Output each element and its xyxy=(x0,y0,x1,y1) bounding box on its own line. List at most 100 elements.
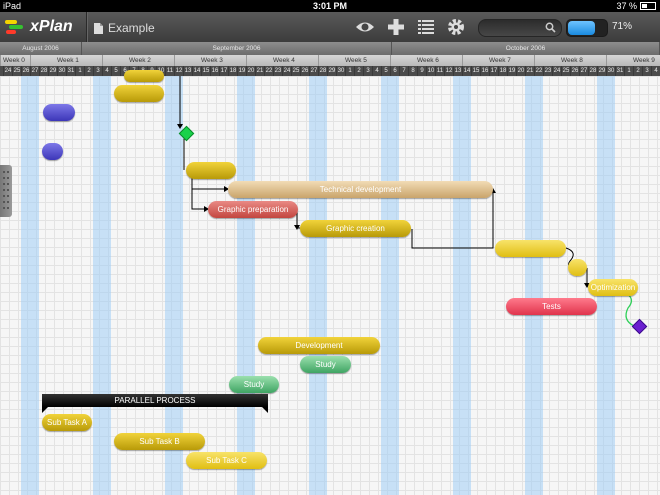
task-tests[interactable]: Tests xyxy=(506,298,597,315)
day-label: 4 xyxy=(102,66,111,76)
app-name: xPlan xyxy=(30,18,73,35)
day-label: 3 xyxy=(642,66,651,76)
day-label: 25 xyxy=(291,66,300,76)
day-label: 24 xyxy=(552,66,561,76)
day-label: 2 xyxy=(84,66,93,76)
plus-icon[interactable] xyxy=(386,17,406,37)
day-label: 19 xyxy=(237,66,246,76)
day-label: 24 xyxy=(282,66,291,76)
day-label: 20 xyxy=(246,66,255,76)
task-development[interactable]: Development xyxy=(258,337,380,354)
side-drag-handle[interactable] xyxy=(0,165,12,217)
day-label: 25 xyxy=(561,66,570,76)
day-label: 25 xyxy=(12,66,21,76)
day-label: 30 xyxy=(606,66,615,76)
status-bar: iPad 3:01 PM 37 % xyxy=(0,0,660,12)
day-label: 15 xyxy=(201,66,210,76)
task-sub-task-c[interactable]: Sub Task C xyxy=(186,452,267,469)
task-bar[interactable] xyxy=(42,143,63,160)
day-label: 4 xyxy=(372,66,381,76)
document-title[interactable]: Example xyxy=(94,20,155,36)
day-label: 3 xyxy=(363,66,372,76)
search-icon xyxy=(545,22,556,33)
week-label: Week 4 xyxy=(246,55,318,66)
week-label: Week 1 xyxy=(30,55,102,66)
task-optimization[interactable]: Optimization xyxy=(588,279,638,296)
gear-icon[interactable] xyxy=(446,17,466,37)
day-label: 17 xyxy=(219,66,228,76)
task-sub-task-b[interactable]: Sub Task B xyxy=(114,433,205,450)
day-label: 29 xyxy=(597,66,606,76)
day-label: 12 xyxy=(444,66,453,76)
day-label: 28 xyxy=(318,66,327,76)
gantt-chart[interactable]: Technical development Graphic preparatio… xyxy=(0,70,660,495)
day-label: 23 xyxy=(543,66,552,76)
day-label: 17 xyxy=(489,66,498,76)
day-label: 19 xyxy=(507,66,516,76)
week-label: Week 6 xyxy=(390,55,462,66)
week-label: Week 7 xyxy=(462,55,534,66)
task-study[interactable]: Study xyxy=(229,376,279,393)
day-label: 13 xyxy=(453,66,462,76)
day-label: 13 xyxy=(183,66,192,76)
month-row: August 2006 September 2006 October 2006 xyxy=(0,42,660,55)
toolbar-divider xyxy=(86,12,88,42)
day-label: 3 xyxy=(93,66,102,76)
search-field[interactable] xyxy=(478,19,562,37)
month-label: September 2006 xyxy=(82,42,392,55)
week-label: Week 8 xyxy=(534,55,606,66)
day-label: 21 xyxy=(255,66,264,76)
dependency-links xyxy=(177,76,635,327)
app-logo[interactable]: xPlan xyxy=(4,16,86,38)
day-label: 26 xyxy=(570,66,579,76)
eye-icon[interactable] xyxy=(355,17,375,37)
task-study[interactable]: Study xyxy=(300,356,351,373)
task-bar[interactable] xyxy=(114,85,164,102)
day-label: 29 xyxy=(48,66,57,76)
day-label: 14 xyxy=(462,66,471,76)
day-label: 15 xyxy=(471,66,480,76)
day-label: 4 xyxy=(651,66,660,76)
day-label: 24 xyxy=(3,66,12,76)
day-label: 27 xyxy=(579,66,588,76)
list-icon[interactable] xyxy=(416,17,436,37)
month-label: October 2006 xyxy=(392,42,660,55)
document-name: Example xyxy=(108,21,155,35)
day-label: 12 xyxy=(174,66,183,76)
week-label: Week 0 xyxy=(0,55,30,66)
week-label: Week 5 xyxy=(318,55,390,66)
document-icon xyxy=(94,22,103,34)
battery-percent: 37 % xyxy=(616,1,637,11)
battery-icon xyxy=(640,2,656,10)
task-bar[interactable] xyxy=(568,259,587,276)
progress-label: 71% xyxy=(612,21,633,32)
task-graphic-creation[interactable]: Graphic creation xyxy=(300,220,411,237)
task-technical-development[interactable]: Technical development xyxy=(228,181,493,198)
day-label: 27 xyxy=(30,66,39,76)
day-label: 1 xyxy=(624,66,633,76)
day-label: 31 xyxy=(66,66,75,76)
task-bar[interactable] xyxy=(495,240,566,257)
day-label: 1 xyxy=(345,66,354,76)
day-label: 14 xyxy=(192,66,201,76)
battery-indicator: 37 % xyxy=(616,0,656,12)
toolbar: xPlan Example 71% xyxy=(0,12,660,43)
week-label: Week 9 xyxy=(606,55,660,66)
day-label: 26 xyxy=(300,66,309,76)
day-label: 8 xyxy=(408,66,417,76)
parallel-process-summary[interactable]: PARALLEL PROCESS xyxy=(42,394,268,413)
progress-bar xyxy=(566,19,608,37)
task-bar[interactable] xyxy=(186,162,236,179)
day-label: 26 xyxy=(21,66,30,76)
day-label: 10 xyxy=(426,66,435,76)
day-label: 21 xyxy=(525,66,534,76)
task-bar[interactable] xyxy=(43,104,75,121)
day-row: 2425262728293031123456789101112131415161… xyxy=(0,66,660,76)
task-sub-task-a[interactable]: Sub Task A xyxy=(42,414,92,431)
day-label: 28 xyxy=(588,66,597,76)
month-label: August 2006 xyxy=(0,42,82,55)
day-label: 20 xyxy=(516,66,525,76)
task-graphic-preparation[interactable]: Graphic preparation xyxy=(208,201,298,218)
task-bar[interactable] xyxy=(124,70,164,82)
week-label: Week 2 xyxy=(102,55,174,66)
